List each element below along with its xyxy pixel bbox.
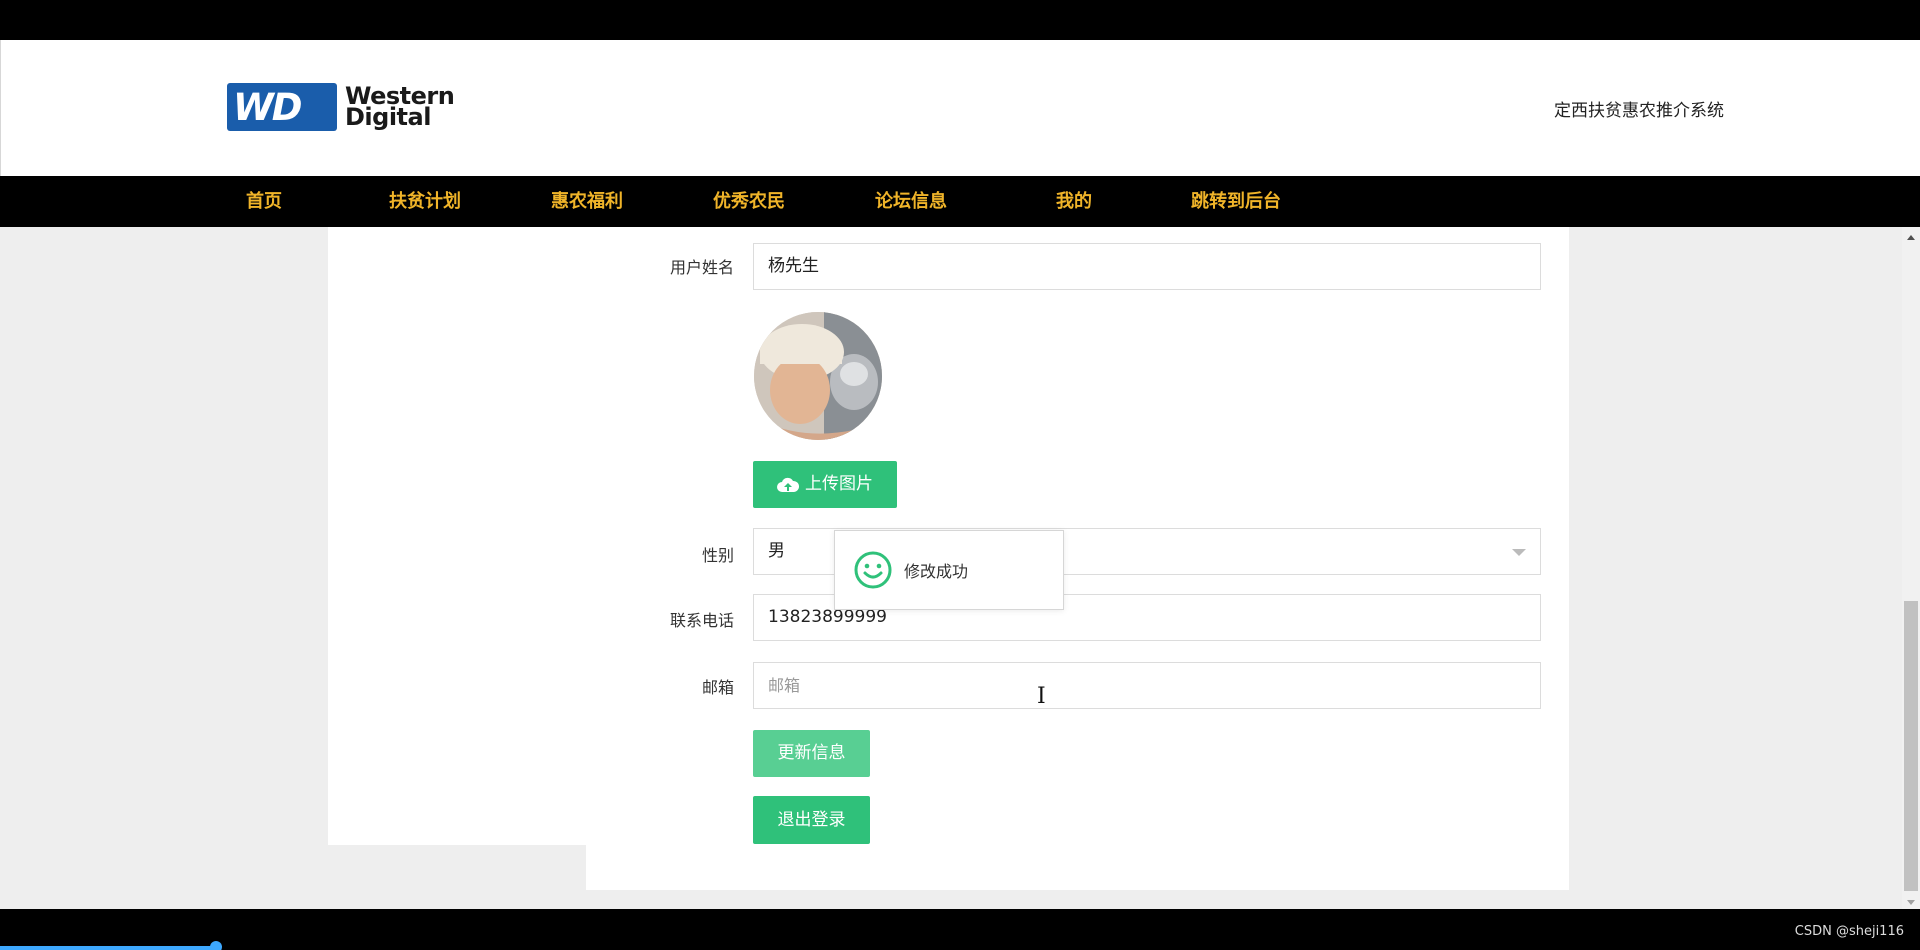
- logout-button[interactable]: 退出登录: [753, 796, 870, 844]
- success-toast: 修改成功: [834, 530, 1064, 610]
- nav-item-forum[interactable]: 论坛信息: [875, 176, 947, 227]
- main-nav: 首页 扶贫计划 惠农福利 优秀农民 论坛信息 我的 跳转到后台: [0, 176, 1920, 227]
- chevron-down-icon: [1512, 549, 1526, 556]
- western-digital-logo[interactable]: WD Western Digital: [227, 83, 455, 131]
- username-label: 用户姓名: [669, 258, 734, 277]
- logo-text: Western Digital: [345, 84, 455, 131]
- username-input[interactable]: 杨先生: [753, 243, 1541, 290]
- progress-handle[interactable]: [210, 941, 222, 950]
- phone-label: 联系电话: [669, 611, 734, 630]
- site-title: 定西扶贫惠农推介系统: [1554, 101, 1724, 121]
- email-input[interactable]: 邮箱: [753, 662, 1541, 709]
- upload-button-label: 上传图片: [805, 474, 873, 494]
- update-info-button[interactable]: 更新信息: [753, 730, 870, 777]
- nav-item-home[interactable]: 首页: [246, 176, 282, 227]
- gender-label: 性别: [701, 546, 734, 565]
- top-black-bar: [0, 0, 1920, 40]
- left-sidebar-panel: [328, 227, 586, 845]
- nav-item-admin[interactable]: 跳转到后台: [1191, 176, 1281, 227]
- bottom-bar: CSDN @sheji116: [0, 909, 1920, 950]
- logo-text-line2: Digital: [345, 103, 431, 131]
- email-label: 邮箱: [701, 678, 734, 697]
- text-cursor-icon: I: [1037, 684, 1046, 709]
- gender-value: 男: [768, 541, 785, 561]
- vertical-scrollbar[interactable]: [1902, 227, 1920, 909]
- video-progress-bar[interactable]: [0, 946, 216, 950]
- nav-item-excellent-farmers[interactable]: 优秀农民: [713, 176, 785, 227]
- scroll-down-arrow-icon[interactable]: [1907, 900, 1915, 905]
- upload-image-button[interactable]: 上传图片: [753, 461, 897, 508]
- screen: WD Western Digital 定西扶贫惠农推介系统 首页 扶贫计划 惠农…: [0, 0, 1920, 950]
- avatar-image: [754, 312, 882, 440]
- watermark: CSDN @sheji116: [1794, 924, 1904, 939]
- site-header: WD Western Digital 定西扶贫惠农推介系统: [0, 40, 1920, 176]
- avatar: [754, 312, 882, 440]
- smile-icon: [854, 551, 892, 589]
- toast-message: 修改成功: [904, 562, 969, 581]
- nav-item-poverty-plan[interactable]: 扶贫计划: [389, 176, 461, 227]
- cloud-upload-icon: [777, 477, 799, 492]
- nav-item-mine[interactable]: 我的: [1056, 176, 1092, 227]
- scroll-thumb[interactable]: [1904, 601, 1918, 891]
- logo-mark-text: WD: [233, 86, 303, 129]
- nav-item-farmer-benefits[interactable]: 惠农福利: [551, 176, 623, 227]
- wd-logo-mark: WD: [227, 83, 337, 131]
- scroll-up-arrow-icon[interactable]: [1907, 235, 1915, 240]
